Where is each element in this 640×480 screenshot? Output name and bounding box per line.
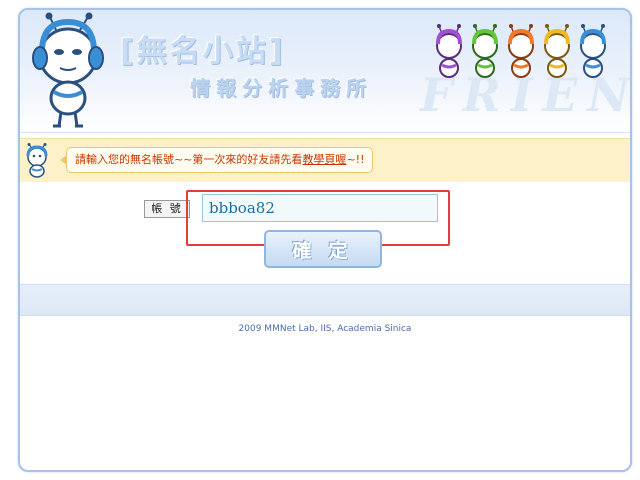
- copyright-footer: 2009 MMNet Lab, IIS, Academia Sinica: [238, 324, 412, 334]
- account-input[interactable]: [202, 194, 438, 222]
- account-label: 帳 號: [144, 200, 190, 218]
- site-header: FRIEND [無名小站] 情報分析事務所: [20, 10, 630, 133]
- page-frame: FRIEND [無名小站] 情報分析事務所: [18, 8, 632, 472]
- submit-button[interactable]: 確 定: [264, 230, 382, 268]
- notice-text-end: ~!!: [346, 153, 365, 166]
- tutorial-link[interactable]: 教學頁喔: [302, 153, 346, 166]
- notice-message: 請輸入您的無名帳號~~第一次來的好友請先看教學頁喔~!!: [59, 147, 374, 173]
- notice-text: 請輸入您的無名帳號~~第一次來的好友請先看: [75, 153, 303, 166]
- notice-bar: 請輸入您的無名帳號~~第一次來的好友請先看教學頁喔~!!: [20, 138, 630, 184]
- site-title: [無名小站]: [120, 34, 286, 69]
- separator-bar: [20, 284, 630, 316]
- mascot-logo-icon: [32, 12, 104, 128]
- friend-mascots-icon: [436, 24, 606, 78]
- login-form: 帳 號 確 定: [20, 182, 630, 286]
- notice-mascot-icon: [26, 143, 48, 178]
- site-tagline: 情報分析事務所: [190, 76, 372, 100]
